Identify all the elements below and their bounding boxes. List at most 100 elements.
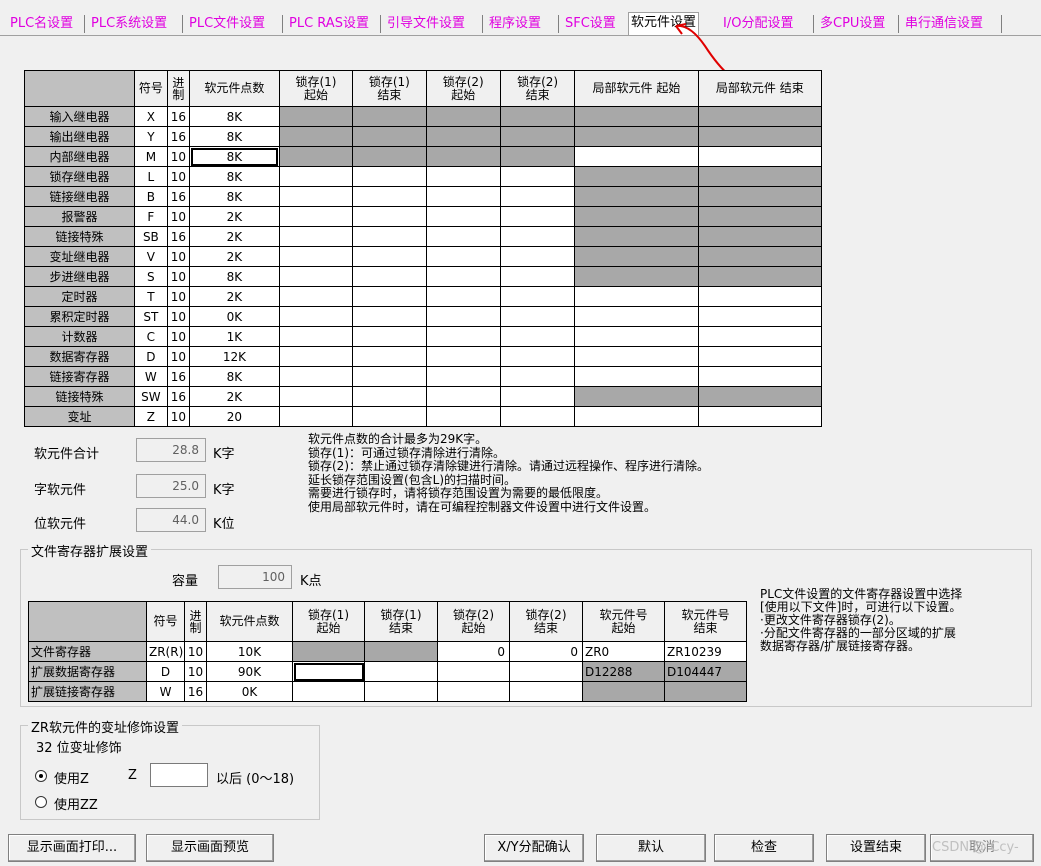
local-end-cell[interactable]: [697, 326, 823, 347]
device-points-cell[interactable]: 2K: [189, 226, 280, 247]
local-end-cell[interactable]: [697, 146, 823, 167]
latch2-end-cell[interactable]: [499, 166, 576, 187]
local-end-cell[interactable]: [697, 306, 823, 327]
local-start-cell[interactable]: [574, 146, 699, 167]
fr-latch2-end-cell[interactable]: [509, 661, 583, 682]
latch2-end-cell[interactable]: [499, 306, 576, 327]
device-points-cell[interactable]: 8K: [189, 146, 280, 167]
latch2-start-cell[interactable]: [425, 306, 501, 327]
fr-latch1-start-cell[interactable]: [292, 661, 365, 682]
device-points-cell[interactable]: 8K: [189, 166, 280, 187]
latch2-end-cell[interactable]: [499, 386, 576, 407]
tab-program[interactable]: 程序设置: [487, 14, 543, 34]
fr-latch2-end-cell[interactable]: [509, 681, 583, 702]
latch1-start-cell[interactable]: [278, 386, 354, 407]
local-end-cell[interactable]: [697, 366, 823, 387]
latch1-start-cell[interactable]: [278, 186, 354, 207]
latch2-end-cell[interactable]: [499, 206, 576, 227]
latch1-start-cell[interactable]: [278, 166, 354, 187]
latch1-end-cell[interactable]: [352, 226, 427, 247]
local-end-cell[interactable]: [697, 346, 823, 367]
tab-plc-system[interactable]: PLC系统设置: [89, 14, 169, 34]
latch1-end-cell[interactable]: [352, 266, 427, 287]
latch2-start-cell[interactable]: [425, 246, 501, 267]
fr-latch1-end-cell[interactable]: [364, 681, 438, 702]
latch2-start-cell[interactable]: [425, 226, 501, 247]
latch1-start-cell[interactable]: [278, 366, 354, 387]
latch2-end-cell[interactable]: [499, 286, 576, 307]
latch2-start-cell[interactable]: [425, 186, 501, 207]
device-points-cell[interactable]: 12K: [189, 346, 280, 367]
tab-multi-cpu[interactable]: 多CPU设置: [818, 14, 887, 34]
latch2-start-cell[interactable]: [425, 386, 501, 407]
use-z-radio[interactable]: [35, 770, 47, 782]
device-points-cell[interactable]: 20: [189, 406, 280, 427]
device-points-cell[interactable]: 0K: [189, 306, 280, 327]
local-end-cell[interactable]: [697, 286, 823, 307]
latch1-start-cell[interactable]: [278, 266, 354, 287]
default-button[interactable]: 默认: [596, 834, 706, 862]
setting-end-button[interactable]: 设置结束: [826, 834, 926, 862]
latch1-end-cell[interactable]: [352, 306, 427, 327]
fr-latch2-end-cell[interactable]: 0: [509, 641, 583, 662]
local-start-cell[interactable]: [574, 346, 699, 367]
latch1-start-cell[interactable]: [278, 286, 354, 307]
print-screen-button[interactable]: 显示画面打印...: [8, 834, 136, 862]
latch2-end-cell[interactable]: [499, 246, 576, 267]
latch1-end-cell[interactable]: [352, 366, 427, 387]
latch2-start-cell[interactable]: [425, 406, 501, 427]
latch1-end-cell[interactable]: [352, 326, 427, 347]
check-button[interactable]: 检查: [714, 834, 814, 862]
latch2-start-cell[interactable]: [425, 206, 501, 227]
latch1-end-cell[interactable]: [352, 406, 427, 427]
local-start-cell[interactable]: [574, 406, 699, 427]
device-points-cell[interactable]: 2K: [189, 286, 280, 307]
latch2-end-cell[interactable]: [499, 226, 576, 247]
latch1-end-cell[interactable]: [352, 386, 427, 407]
device-points-cell[interactable]: 8K: [189, 186, 280, 207]
latch1-start-cell[interactable]: [278, 346, 354, 367]
device-points-cell[interactable]: 2K: [189, 386, 280, 407]
fr-latch1-end-cell[interactable]: [364, 661, 438, 682]
latch1-start-cell[interactable]: [278, 306, 354, 327]
z-number-input[interactable]: [150, 763, 208, 787]
fr-latch1-start-cell[interactable]: [292, 681, 365, 702]
device-points-cell[interactable]: 2K: [189, 206, 280, 227]
device-points-cell[interactable]: 1K: [189, 326, 280, 347]
latch2-start-cell[interactable]: [425, 286, 501, 307]
latch2-end-cell[interactable]: [499, 406, 576, 427]
latch1-end-cell[interactable]: [352, 346, 427, 367]
latch2-end-cell[interactable]: [499, 346, 576, 367]
device-points-cell[interactable]: 8K: [189, 266, 280, 287]
local-start-cell[interactable]: [574, 326, 699, 347]
latch1-end-cell[interactable]: [352, 286, 427, 307]
latch1-end-cell[interactable]: [352, 186, 427, 207]
tab-boot-file[interactable]: 引导文件设置: [385, 14, 467, 34]
fr-latch2-start-cell[interactable]: [437, 661, 510, 682]
device-points-cell[interactable]: 8K: [189, 366, 280, 387]
fr-points-cell[interactable]: 90K: [206, 661, 293, 682]
latch2-start-cell[interactable]: [425, 366, 501, 387]
fr-latch2-start-cell[interactable]: [437, 681, 510, 702]
device-points-cell[interactable]: 8K: [189, 126, 280, 147]
latch2-start-cell[interactable]: [425, 346, 501, 367]
latch1-start-cell[interactable]: [278, 206, 354, 227]
fr-points-cell[interactable]: 10K: [206, 641, 293, 662]
local-end-cell[interactable]: [697, 406, 823, 427]
latch1-end-cell[interactable]: [352, 206, 427, 227]
tab-plc-ras[interactable]: PLC RAS设置: [287, 14, 371, 34]
preview-screen-button[interactable]: 显示画面预览: [146, 834, 274, 862]
use-zz-radio[interactable]: [35, 796, 47, 808]
local-start-cell[interactable]: [574, 286, 699, 307]
latch1-start-cell[interactable]: [278, 406, 354, 427]
local-start-cell[interactable]: [574, 366, 699, 387]
latch2-start-cell[interactable]: [425, 166, 501, 187]
latch2-end-cell[interactable]: [499, 266, 576, 287]
tab-sfc[interactable]: SFC设置: [563, 14, 618, 34]
tab-plc-name[interactable]: PLC名设置: [8, 14, 75, 34]
local-start-cell[interactable]: [574, 306, 699, 327]
latch1-start-cell[interactable]: [278, 226, 354, 247]
latch2-end-cell[interactable]: [499, 366, 576, 387]
latch1-end-cell[interactable]: [352, 246, 427, 267]
fr-points-cell[interactable]: 0K: [206, 681, 293, 702]
